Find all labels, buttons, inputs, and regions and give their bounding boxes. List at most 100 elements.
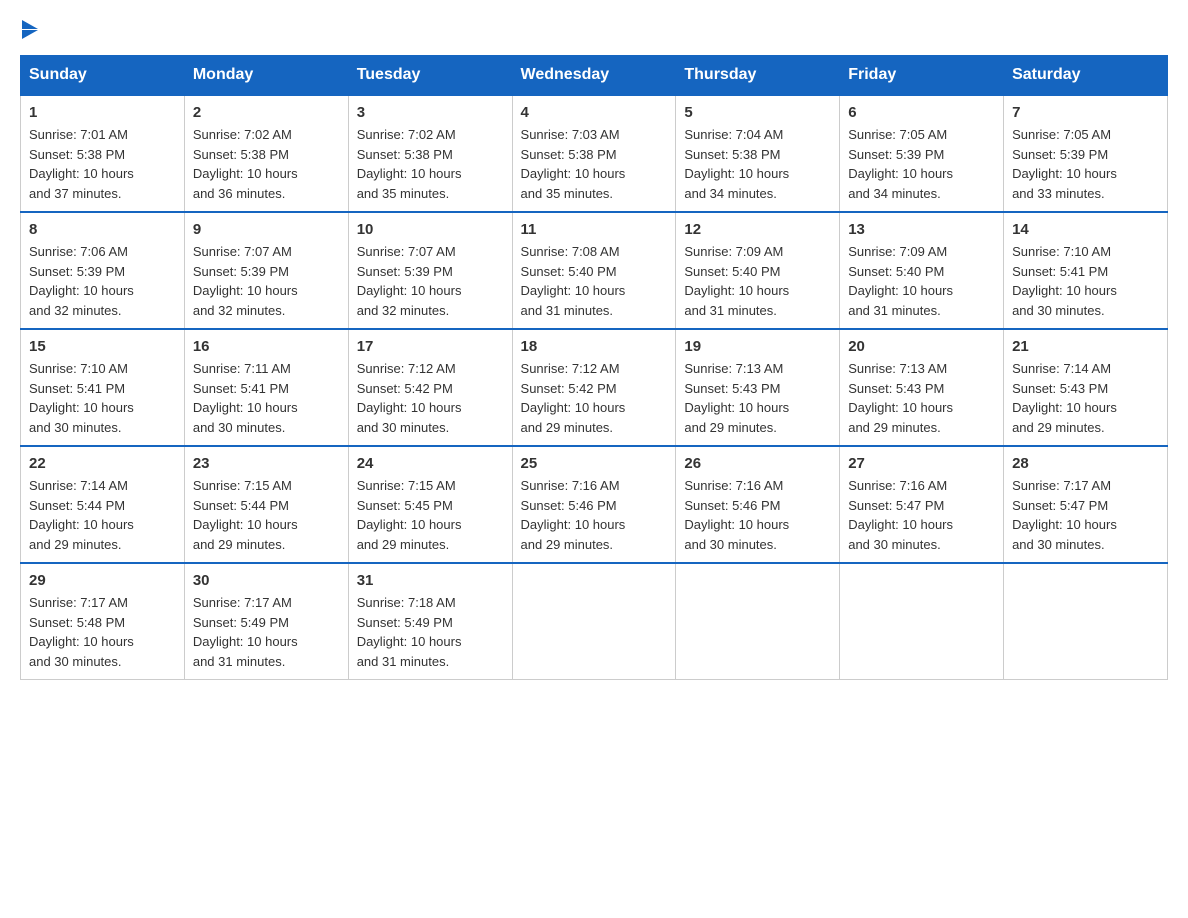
calendar-day-cell: 16 Sunrise: 7:11 AM Sunset: 5:41 PM Dayl… <box>184 329 348 446</box>
calendar-day-cell <box>512 563 676 680</box>
day-number: 12 <box>684 221 831 238</box>
day-number: 1 <box>29 104 176 121</box>
day-header-thursday: Thursday <box>676 56 840 96</box>
calendar-day-cell: 26 Sunrise: 7:16 AM Sunset: 5:46 PM Dayl… <box>676 446 840 563</box>
day-number: 14 <box>1012 221 1159 238</box>
calendar-day-cell: 23 Sunrise: 7:15 AM Sunset: 5:44 PM Dayl… <box>184 446 348 563</box>
day-info: Sunrise: 7:16 AM Sunset: 5:46 PM Dayligh… <box>684 476 831 554</box>
day-info: Sunrise: 7:09 AM Sunset: 5:40 PM Dayligh… <box>684 242 831 320</box>
calendar-day-cell: 6 Sunrise: 7:05 AM Sunset: 5:39 PM Dayli… <box>840 95 1004 212</box>
day-number: 27 <box>848 455 995 472</box>
day-number: 15 <box>29 338 176 355</box>
day-number: 19 <box>684 338 831 355</box>
calendar-day-cell: 2 Sunrise: 7:02 AM Sunset: 5:38 PM Dayli… <box>184 95 348 212</box>
day-info: Sunrise: 7:02 AM Sunset: 5:38 PM Dayligh… <box>193 125 340 203</box>
calendar-table: SundayMondayTuesdayWednesdayThursdayFrid… <box>20 55 1168 680</box>
day-info: Sunrise: 7:18 AM Sunset: 5:49 PM Dayligh… <box>357 593 504 671</box>
calendar-day-cell: 12 Sunrise: 7:09 AM Sunset: 5:40 PM Dayl… <box>676 212 840 329</box>
day-info: Sunrise: 7:13 AM Sunset: 5:43 PM Dayligh… <box>684 359 831 437</box>
calendar-day-cell: 22 Sunrise: 7:14 AM Sunset: 5:44 PM Dayl… <box>21 446 185 563</box>
day-number: 8 <box>29 221 176 238</box>
day-number: 11 <box>521 221 668 238</box>
calendar-week-row: 8 Sunrise: 7:06 AM Sunset: 5:39 PM Dayli… <box>21 212 1168 329</box>
calendar-day-cell: 10 Sunrise: 7:07 AM Sunset: 5:39 PM Dayl… <box>348 212 512 329</box>
day-number: 20 <box>848 338 995 355</box>
calendar-day-cell <box>1004 563 1168 680</box>
calendar-day-cell: 18 Sunrise: 7:12 AM Sunset: 5:42 PM Dayl… <box>512 329 676 446</box>
day-info: Sunrise: 7:17 AM Sunset: 5:48 PM Dayligh… <box>29 593 176 671</box>
day-number: 10 <box>357 221 504 238</box>
day-info: Sunrise: 7:14 AM Sunset: 5:44 PM Dayligh… <box>29 476 176 554</box>
day-info: Sunrise: 7:05 AM Sunset: 5:39 PM Dayligh… <box>1012 125 1159 203</box>
calendar-day-cell: 31 Sunrise: 7:18 AM Sunset: 5:49 PM Dayl… <box>348 563 512 680</box>
day-info: Sunrise: 7:04 AM Sunset: 5:38 PM Dayligh… <box>684 125 831 203</box>
day-number: 9 <box>193 221 340 238</box>
calendar-day-cell: 7 Sunrise: 7:05 AM Sunset: 5:39 PM Dayli… <box>1004 95 1168 212</box>
day-info: Sunrise: 7:11 AM Sunset: 5:41 PM Dayligh… <box>193 359 340 437</box>
day-number: 18 <box>521 338 668 355</box>
logo <box>20 20 38 39</box>
calendar-day-cell: 1 Sunrise: 7:01 AM Sunset: 5:38 PM Dayli… <box>21 95 185 212</box>
calendar-week-row: 22 Sunrise: 7:14 AM Sunset: 5:44 PM Dayl… <box>21 446 1168 563</box>
day-info: Sunrise: 7:07 AM Sunset: 5:39 PM Dayligh… <box>193 242 340 320</box>
day-info: Sunrise: 7:06 AM Sunset: 5:39 PM Dayligh… <box>29 242 176 320</box>
day-number: 3 <box>357 104 504 121</box>
page-header <box>20 20 1168 39</box>
day-number: 25 <box>521 455 668 472</box>
calendar-day-cell: 24 Sunrise: 7:15 AM Sunset: 5:45 PM Dayl… <box>348 446 512 563</box>
calendar-day-cell: 5 Sunrise: 7:04 AM Sunset: 5:38 PM Dayli… <box>676 95 840 212</box>
calendar-day-cell <box>840 563 1004 680</box>
day-number: 13 <box>848 221 995 238</box>
day-info: Sunrise: 7:16 AM Sunset: 5:47 PM Dayligh… <box>848 476 995 554</box>
day-number: 4 <box>521 104 668 121</box>
day-number: 29 <box>29 572 176 589</box>
day-number: 30 <box>193 572 340 589</box>
day-number: 24 <box>357 455 504 472</box>
day-info: Sunrise: 7:01 AM Sunset: 5:38 PM Dayligh… <box>29 125 176 203</box>
day-number: 26 <box>684 455 831 472</box>
calendar-day-cell: 11 Sunrise: 7:08 AM Sunset: 5:40 PM Dayl… <box>512 212 676 329</box>
calendar-day-cell: 28 Sunrise: 7:17 AM Sunset: 5:47 PM Dayl… <box>1004 446 1168 563</box>
calendar-day-cell: 8 Sunrise: 7:06 AM Sunset: 5:39 PM Dayli… <box>21 212 185 329</box>
calendar-day-cell <box>676 563 840 680</box>
day-info: Sunrise: 7:03 AM Sunset: 5:38 PM Dayligh… <box>521 125 668 203</box>
day-number: 17 <box>357 338 504 355</box>
day-header-saturday: Saturday <box>1004 56 1168 96</box>
day-number: 5 <box>684 104 831 121</box>
calendar-day-cell: 27 Sunrise: 7:16 AM Sunset: 5:47 PM Dayl… <box>840 446 1004 563</box>
calendar-day-cell: 17 Sunrise: 7:12 AM Sunset: 5:42 PM Dayl… <box>348 329 512 446</box>
day-info: Sunrise: 7:05 AM Sunset: 5:39 PM Dayligh… <box>848 125 995 203</box>
calendar-day-cell: 20 Sunrise: 7:13 AM Sunset: 5:43 PM Dayl… <box>840 329 1004 446</box>
day-number: 22 <box>29 455 176 472</box>
day-info: Sunrise: 7:12 AM Sunset: 5:42 PM Dayligh… <box>521 359 668 437</box>
calendar-week-row: 1 Sunrise: 7:01 AM Sunset: 5:38 PM Dayli… <box>21 95 1168 212</box>
day-header-tuesday: Tuesday <box>348 56 512 96</box>
day-number: 31 <box>357 572 504 589</box>
day-info: Sunrise: 7:17 AM Sunset: 5:49 PM Dayligh… <box>193 593 340 671</box>
calendar-day-cell: 3 Sunrise: 7:02 AM Sunset: 5:38 PM Dayli… <box>348 95 512 212</box>
day-info: Sunrise: 7:10 AM Sunset: 5:41 PM Dayligh… <box>29 359 176 437</box>
day-info: Sunrise: 7:07 AM Sunset: 5:39 PM Dayligh… <box>357 242 504 320</box>
calendar-day-cell: 9 Sunrise: 7:07 AM Sunset: 5:39 PM Dayli… <box>184 212 348 329</box>
day-header-monday: Monday <box>184 56 348 96</box>
day-number: 6 <box>848 104 995 121</box>
day-number: 2 <box>193 104 340 121</box>
day-number: 16 <box>193 338 340 355</box>
calendar-day-cell: 21 Sunrise: 7:14 AM Sunset: 5:43 PM Dayl… <box>1004 329 1168 446</box>
calendar-week-row: 15 Sunrise: 7:10 AM Sunset: 5:41 PM Dayl… <box>21 329 1168 446</box>
calendar-day-cell: 15 Sunrise: 7:10 AM Sunset: 5:41 PM Dayl… <box>21 329 185 446</box>
calendar-day-cell: 4 Sunrise: 7:03 AM Sunset: 5:38 PM Dayli… <box>512 95 676 212</box>
day-header-wednesday: Wednesday <box>512 56 676 96</box>
calendar-week-row: 29 Sunrise: 7:17 AM Sunset: 5:48 PM Dayl… <box>21 563 1168 680</box>
calendar-day-cell: 29 Sunrise: 7:17 AM Sunset: 5:48 PM Dayl… <box>21 563 185 680</box>
calendar-day-cell: 30 Sunrise: 7:17 AM Sunset: 5:49 PM Dayl… <box>184 563 348 680</box>
logo-arrow-icon <box>22 20 38 39</box>
day-header-sunday: Sunday <box>21 56 185 96</box>
calendar-day-cell: 25 Sunrise: 7:16 AM Sunset: 5:46 PM Dayl… <box>512 446 676 563</box>
day-info: Sunrise: 7:16 AM Sunset: 5:46 PM Dayligh… <box>521 476 668 554</box>
day-header-friday: Friday <box>840 56 1004 96</box>
day-info: Sunrise: 7:10 AM Sunset: 5:41 PM Dayligh… <box>1012 242 1159 320</box>
calendar-day-cell: 13 Sunrise: 7:09 AM Sunset: 5:40 PM Dayl… <box>840 212 1004 329</box>
day-info: Sunrise: 7:12 AM Sunset: 5:42 PM Dayligh… <box>357 359 504 437</box>
day-number: 7 <box>1012 104 1159 121</box>
